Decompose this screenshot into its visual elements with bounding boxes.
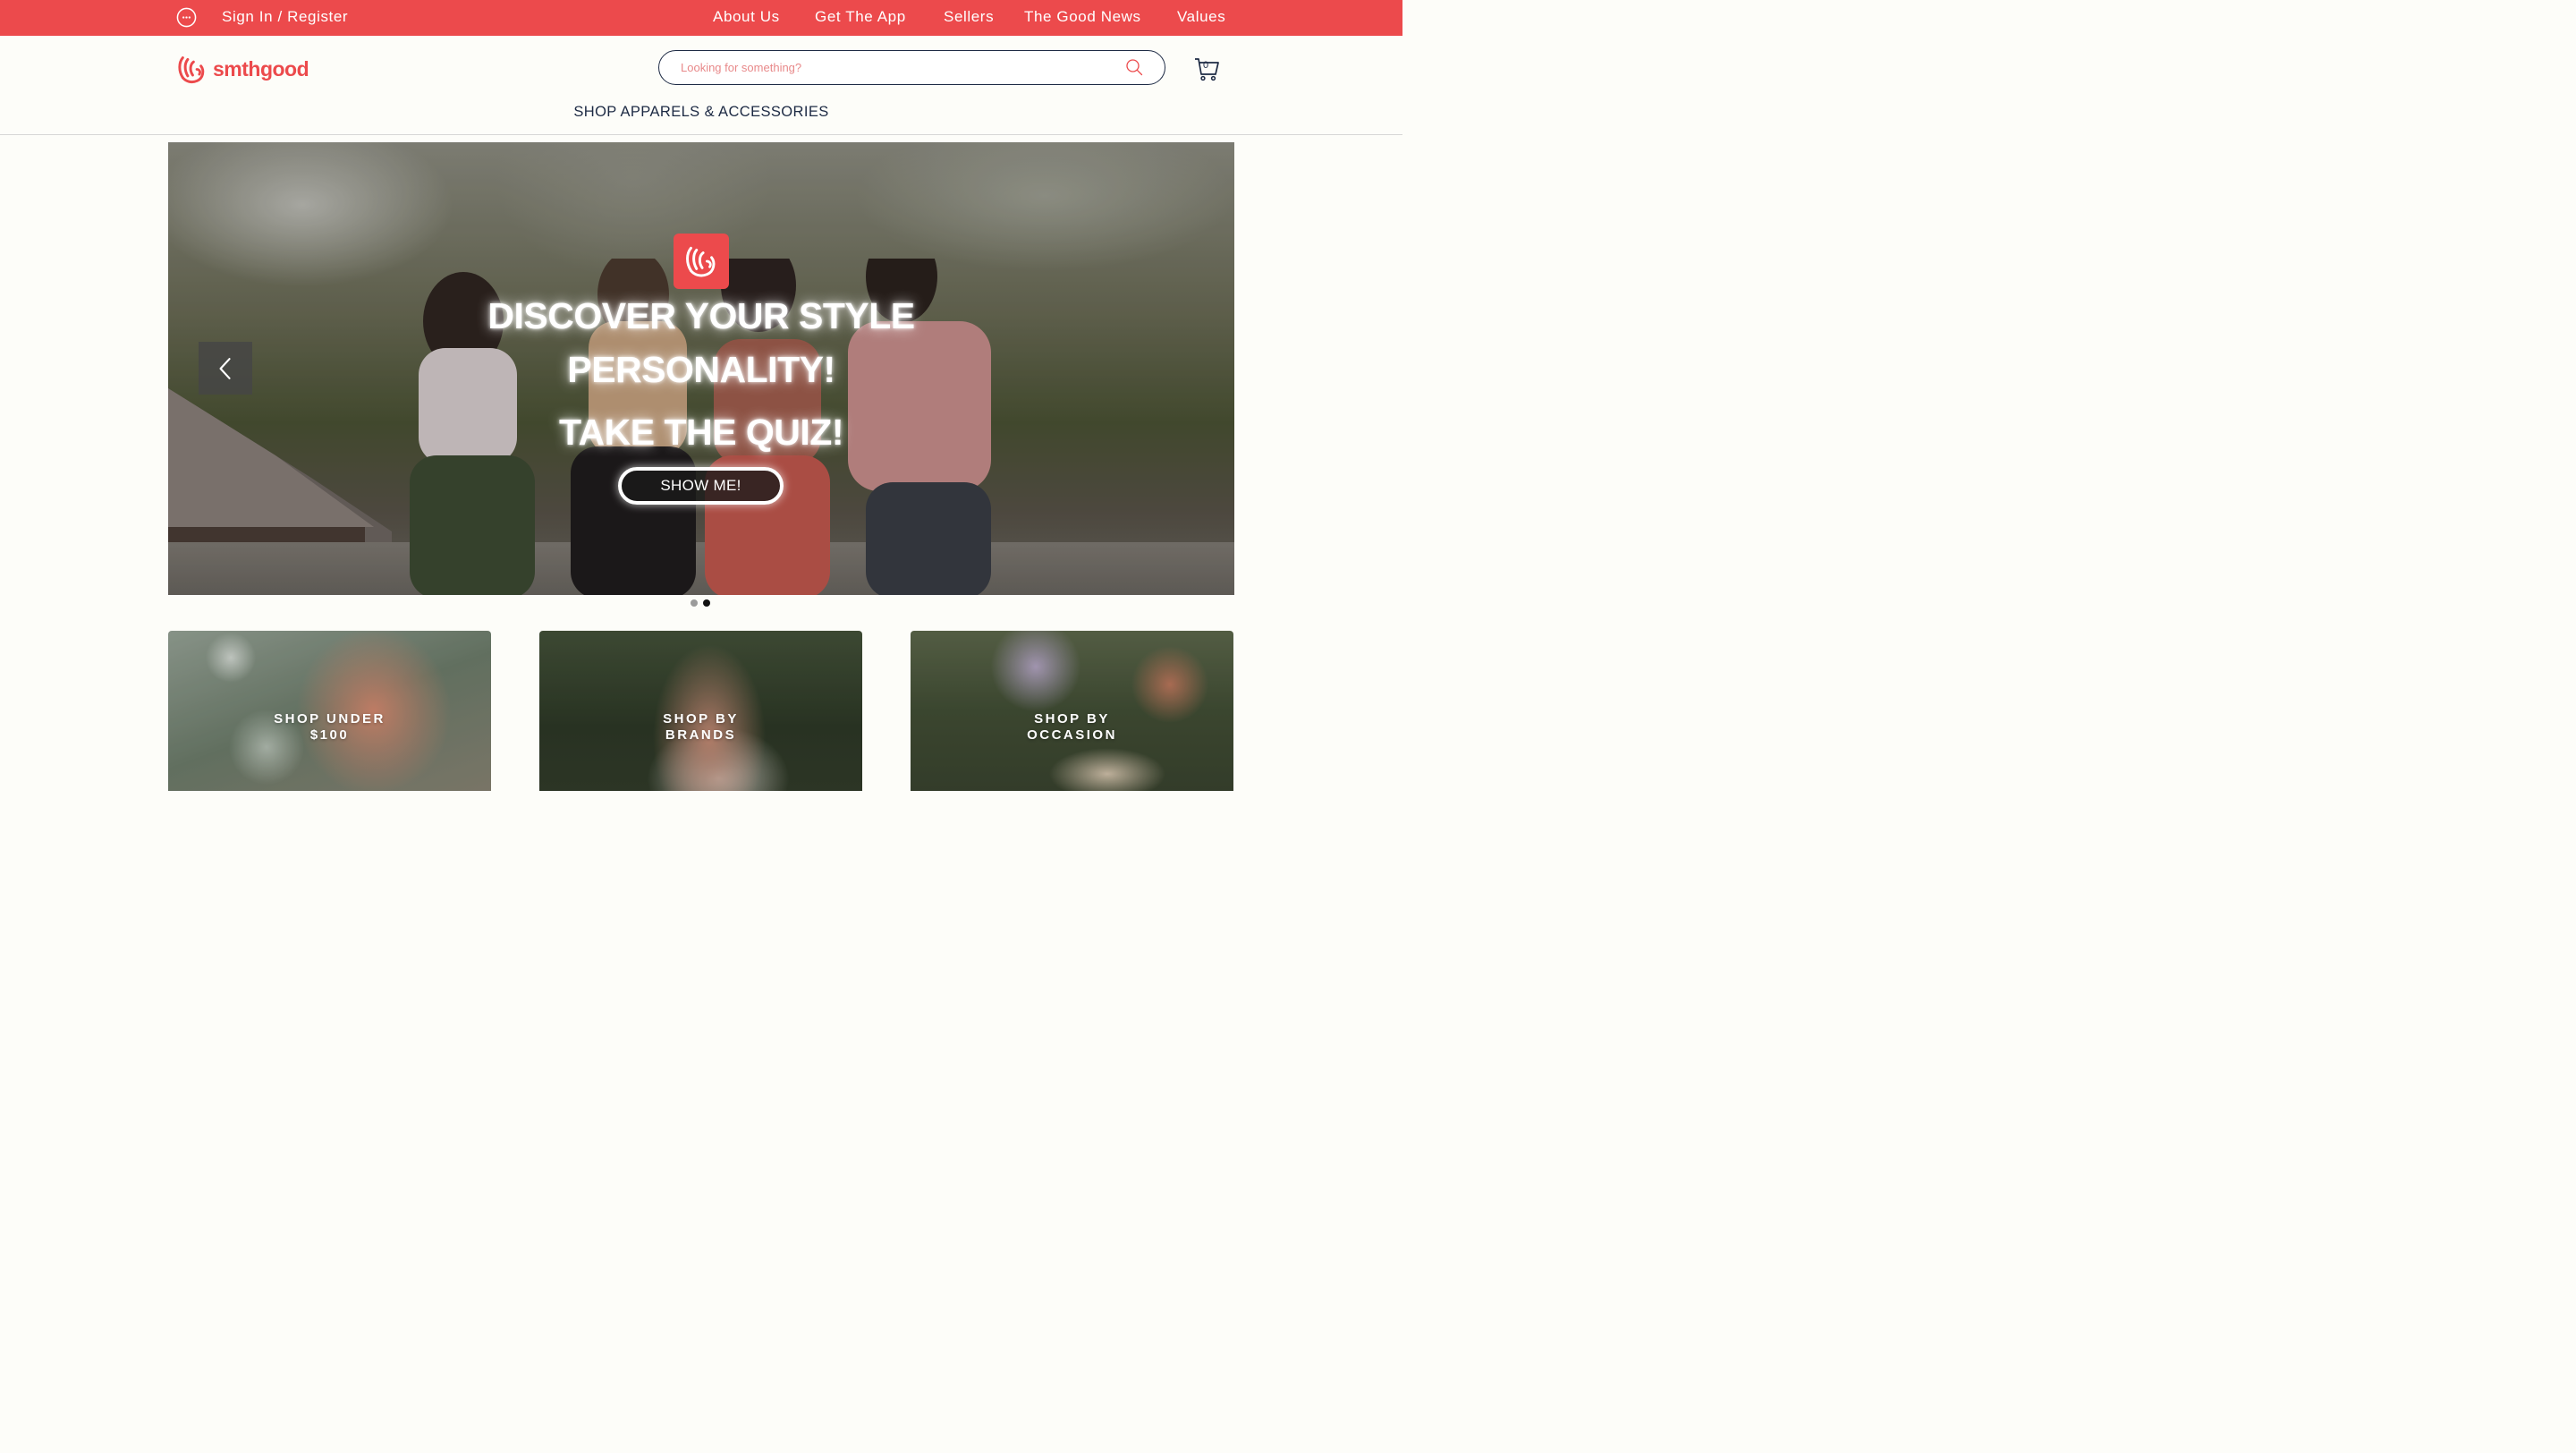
smthgood-hand-logo-icon bbox=[178, 55, 205, 83]
sign-in-register-link[interactable]: Sign In / Register bbox=[222, 8, 348, 26]
category-card-brands[interactable]: SHOP BY BRANDS bbox=[539, 631, 862, 791]
category-label-line2: $100 bbox=[309, 727, 350, 743]
carousel-dots bbox=[691, 599, 710, 607]
search-bar bbox=[658, 50, 1165, 85]
carousel-dot-2[interactable] bbox=[703, 599, 710, 607]
brand-wordmark: smthgood bbox=[213, 56, 309, 81]
top-bar: Sign In / Register About Us Get The App … bbox=[0, 0, 1402, 36]
cart-button[interactable]: 0 bbox=[1193, 55, 1220, 82]
category-label-line2: BRANDS bbox=[665, 727, 737, 743]
category-card-under-100[interactable]: SHOP UNDER $100 bbox=[168, 631, 491, 791]
category-label-line1: SHOP UNDER bbox=[274, 711, 386, 726]
search-icon[interactable] bbox=[1125, 58, 1143, 76]
brand-badge bbox=[674, 234, 729, 289]
category-label-line1: SHOP BY bbox=[1034, 711, 1110, 726]
user-circle-icon[interactable] bbox=[176, 7, 197, 28]
category-label: SHOP BY BRANDS bbox=[539, 711, 862, 743]
category-label: SHOP UNDER $100 bbox=[168, 711, 491, 743]
nav-get-the-app[interactable]: Get The App bbox=[815, 8, 906, 26]
hero-headline-line3: TAKE THE QUIZ! bbox=[559, 412, 843, 453]
category-label: SHOP BY OCCASION bbox=[911, 711, 1233, 743]
show-me-button[interactable]: SHOW ME! bbox=[618, 467, 784, 505]
hero-headline-line1: DISCOVER YOUR STYLE bbox=[487, 295, 915, 336]
search-input[interactable] bbox=[681, 58, 1110, 76]
cart-count: 0 bbox=[1203, 60, 1209, 71]
hero-carousel: DISCOVER YOUR STYLE PERSONALITY! TAKE TH… bbox=[168, 142, 1234, 595]
chevron-left-icon bbox=[219, 357, 231, 379]
category-card-occasion[interactable]: SHOP BY OCCASION bbox=[911, 631, 1233, 791]
nav-sellers[interactable]: Sellers bbox=[944, 8, 994, 26]
smthgood-badge-icon bbox=[686, 246, 716, 277]
nav-about-us[interactable]: About Us bbox=[713, 8, 780, 26]
category-label-line2: OCCASION bbox=[1027, 727, 1117, 743]
brand-logo[interactable]: smthgood bbox=[175, 51, 315, 87]
nav-shop-apparels-accessories[interactable]: SHOP APPARELS & ACCESSORIES bbox=[0, 104, 1402, 121]
nav-values[interactable]: Values bbox=[1177, 8, 1225, 26]
site-header: smthgood 0 SHOP APPARELS & ACCESSORIES bbox=[0, 36, 1402, 135]
hero-headline-line2: PERSONALITY! bbox=[567, 349, 835, 390]
carousel-prev-button[interactable] bbox=[199, 342, 252, 395]
nav-the-good-news[interactable]: The Good News bbox=[1024, 8, 1141, 26]
carousel-dot-1[interactable] bbox=[691, 599, 698, 607]
category-label-line1: SHOP BY bbox=[663, 711, 739, 726]
